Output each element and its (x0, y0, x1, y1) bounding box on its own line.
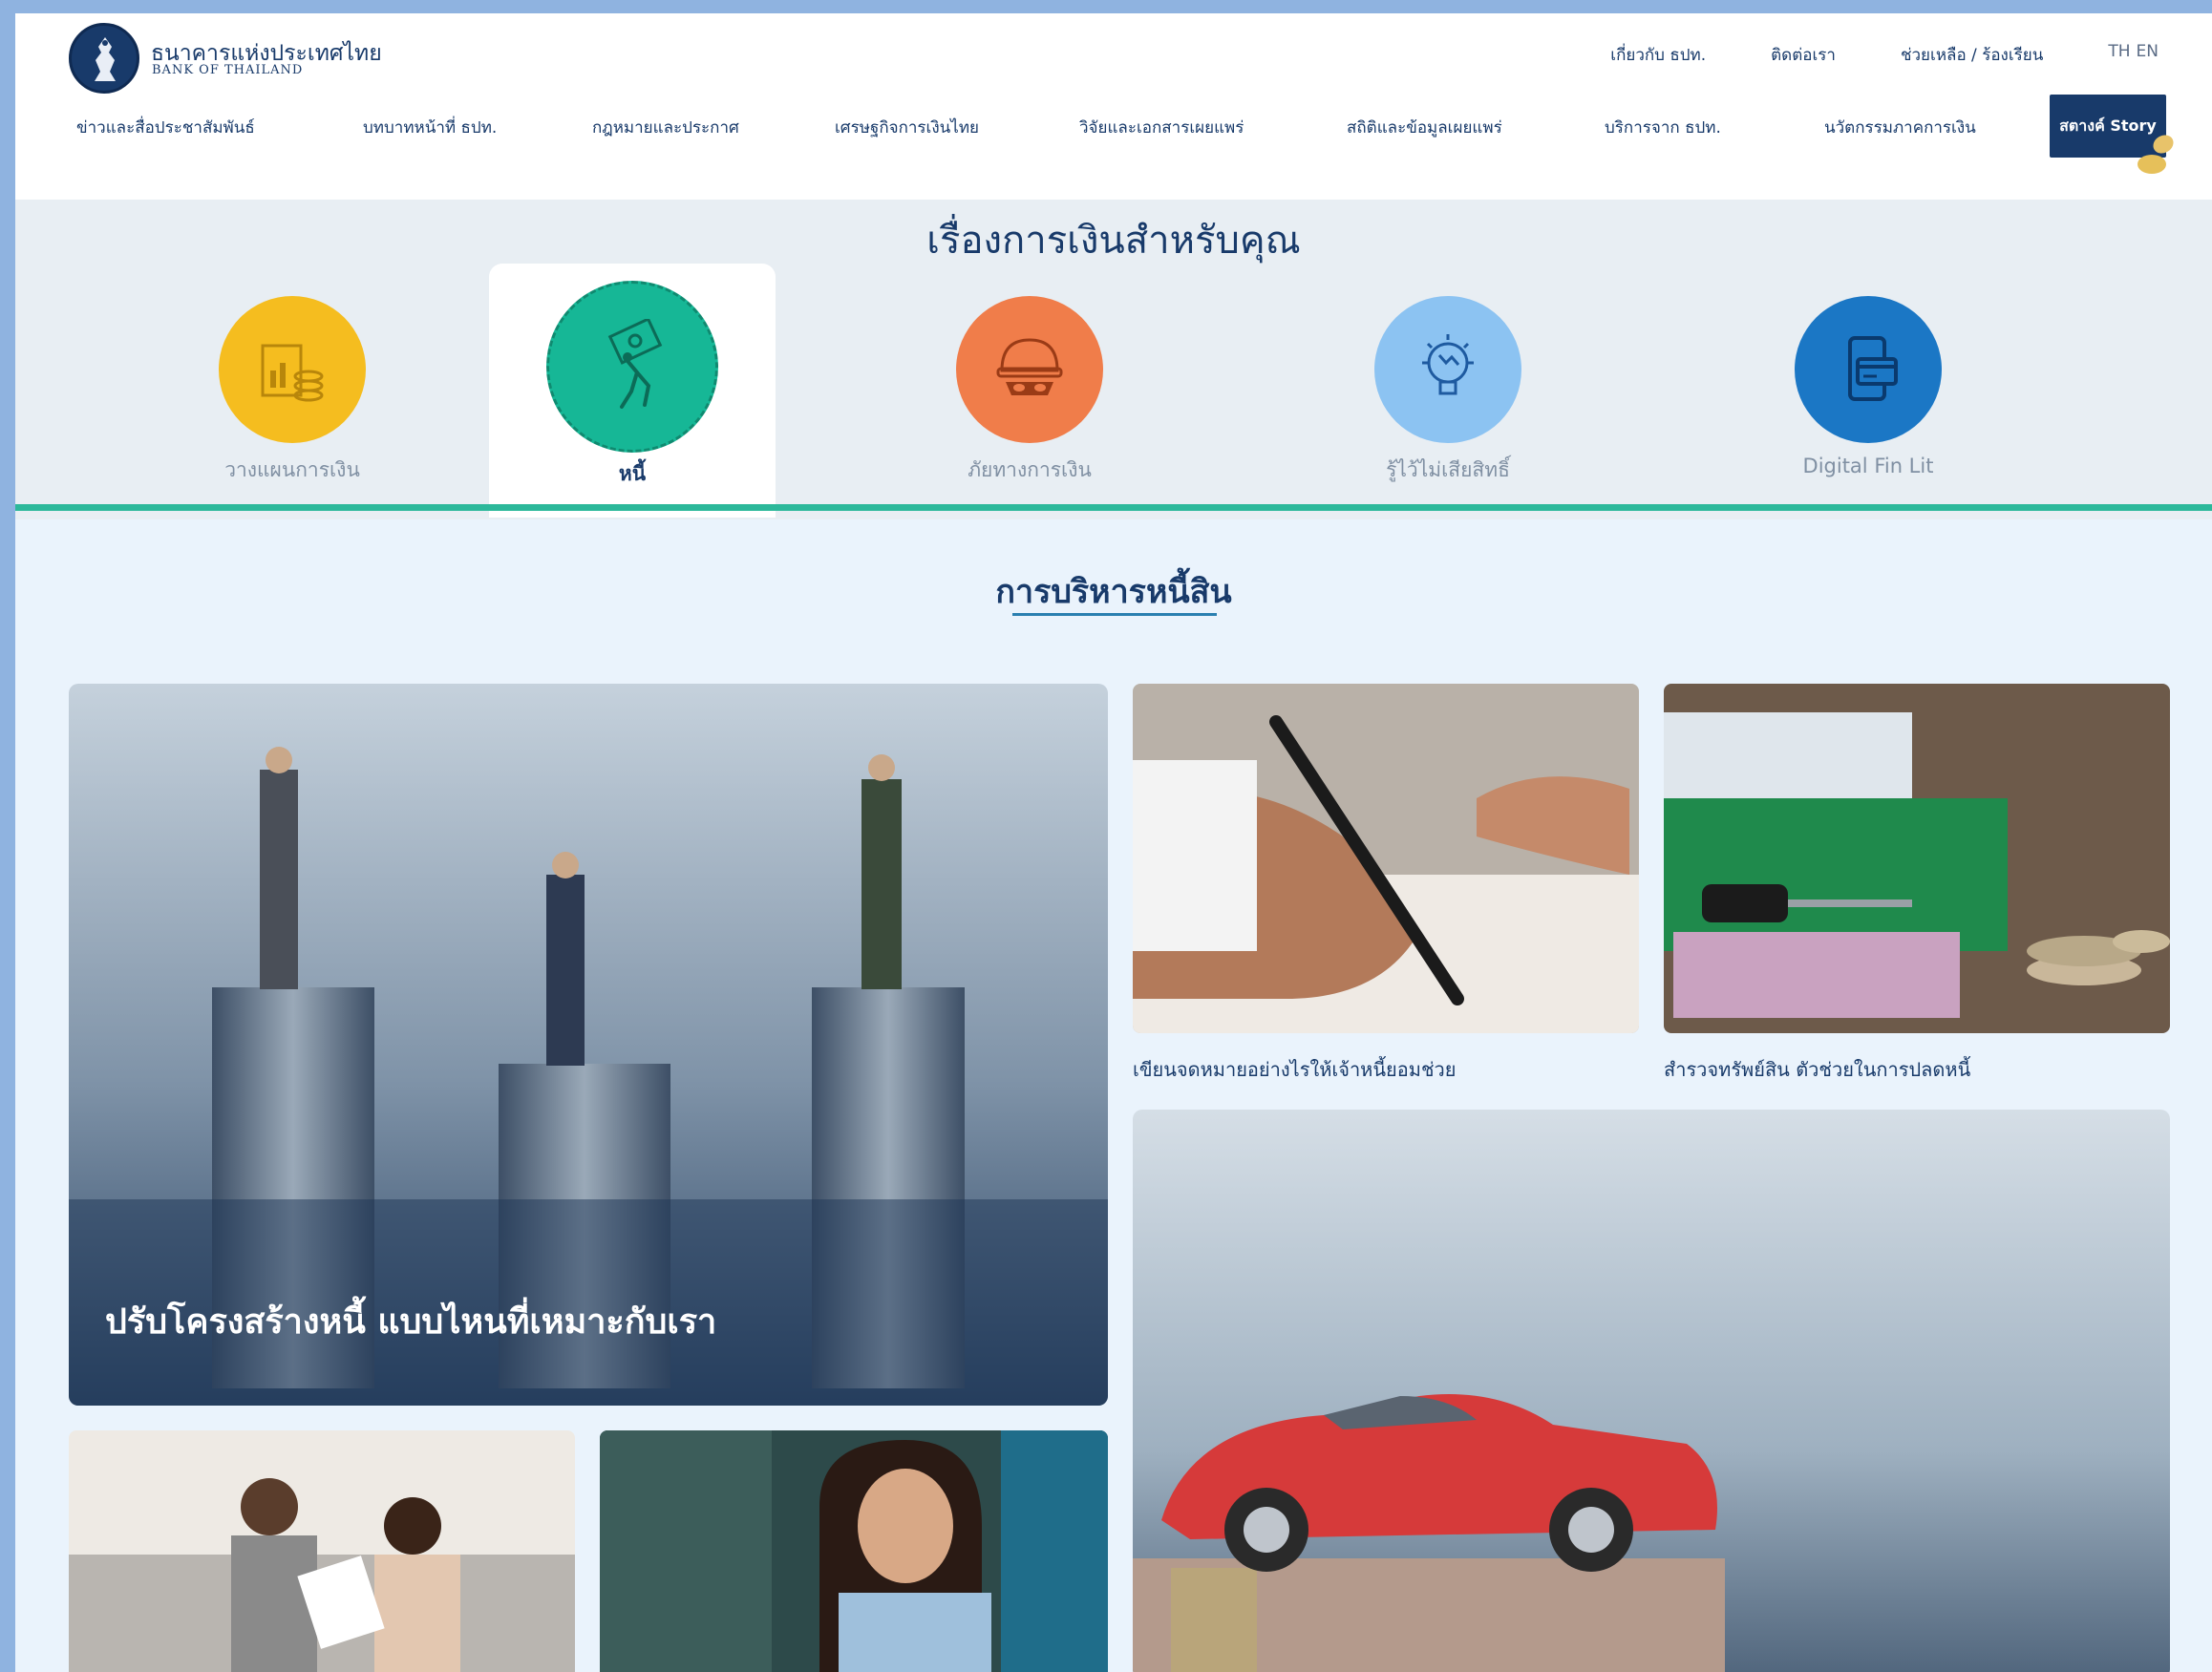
category-planning[interactable]: วางแผนการเงิน (149, 271, 436, 510)
article-card-car[interactable] (1133, 1110, 2170, 1672)
category-digital[interactable]: Digital Fin Lit (1725, 271, 2011, 510)
finance-chart-icon (261, 344, 324, 402)
category-label: รู้ไว้ไม่เสียสิทธิ์ (1386, 458, 1510, 481)
satang-story-button[interactable]: สตางค์ Story (2050, 95, 2166, 158)
mobile-card-icon (1848, 336, 1898, 401)
nav-economy[interactable]: เศรษฐกิจการเงินไทย (835, 115, 979, 140)
lang-th[interactable]: TH (2108, 42, 2130, 68)
language-switcher: TH EN (2108, 42, 2159, 68)
main-nav: ข่าวและสื่อประชาสัมพันธ์ บทบาทหน้าที่ ธป… (76, 115, 1987, 143)
debt-burden-icon (607, 319, 663, 409)
article-title-main[interactable]: ปรับโครงสร้างหนี้ แบบไหนที่เหมาะกับเรา (105, 1294, 716, 1348)
category-fraud[interactable]: ภัยทางการเงิน (886, 271, 1173, 510)
nav-statistics[interactable]: สถิติและข้อมูลเผยแพร่ (1347, 115, 1502, 140)
category-debt[interactable]: หนี้ (489, 264, 776, 518)
page: ธนาคารแห่งประเทศไทย BANK OF THAILAND เกี… (15, 13, 2212, 1672)
lang-en[interactable]: EN (2137, 42, 2159, 68)
coin-icon (2138, 155, 2166, 174)
article-card-letter[interactable] (1133, 684, 1639, 1033)
category-label: วางแผนการเงิน (224, 458, 360, 481)
planning-circle (219, 296, 366, 443)
category-label: ภัยทางการเงิน (968, 458, 1092, 481)
site-header: ธนาคารแห่งประเทศไทย BANK OF THAILAND เกี… (15, 13, 2212, 200)
nav-news[interactable]: ข่าวและสื่อประชาสัมพันธ์ (76, 115, 255, 140)
article-card-assets[interactable] (1664, 684, 2170, 1033)
section-underline (1012, 613, 1217, 616)
category-label: Digital Fin Lit (1802, 455, 1934, 477)
fraud-circle (956, 296, 1103, 443)
section-title: การบริหารหนี้สิน (995, 573, 1232, 611)
article-card-couple[interactable] (69, 1430, 575, 1672)
worried-couple-image (69, 1430, 575, 1672)
link-help[interactable]: ช่วยเหลือ / ร้องเรียน (1901, 42, 2043, 68)
nav-research[interactable]: วิจัยและเอกสารเผยแพร่ (1079, 115, 1244, 140)
logo-english-text[interactable]: BANK OF THAILAND (152, 63, 303, 77)
category-rights[interactable]: รู้ไว้ไม่เสียสิทธิ์ (1305, 271, 1591, 510)
article-title-assets[interactable]: สำรวจทรัพย์สิน ตัวช่วยในการปลดหนี้ (1664, 1054, 1970, 1085)
bank-emblem-icon[interactable] (69, 23, 139, 94)
nav-innovation[interactable]: นวัตกรรมภาคการเงิน (1824, 115, 1976, 140)
band-title: เรื่องการเงินสำหรับคุณ (926, 219, 1301, 263)
rights-circle (1374, 296, 1521, 443)
article-title-letter[interactable]: เขียนจดหมายอย่างไรให้เจ้าหนี้ยอมช่วย (1133, 1054, 1456, 1085)
smiling-woman-image (600, 1430, 1108, 1672)
article-card-restructure[interactable]: ปรับโครงสร้างหนี้ แบบไหนที่เหมาะกับเรา (69, 684, 1108, 1406)
band-divider (15, 504, 2212, 511)
nav-roles[interactable]: บทบาทหน้าที่ ธปท. (363, 115, 497, 140)
toy-car-coins-image (1133, 1110, 2170, 1672)
link-contact[interactable]: ติดต่อเรา (1771, 42, 1836, 68)
nav-services[interactable]: บริการจาก ธปท. (1605, 115, 1721, 140)
digital-circle (1795, 296, 1942, 443)
category-label: หนี้ (618, 462, 647, 485)
nav-law[interactable]: กฎหมายและประกาศ (592, 115, 739, 140)
lightbulb-icon (1422, 334, 1474, 395)
link-about[interactable]: เกี่ยวกับ ธปท. (1610, 42, 1706, 68)
masked-thief-icon (996, 338, 1063, 395)
article-card-woman[interactable] (600, 1430, 1108, 1672)
money-keys-image (1664, 684, 2170, 1033)
debt-circle (546, 281, 718, 453)
writing-hand-image (1133, 684, 1639, 1033)
utility-links: เกี่ยวกับ ธปท. ติดต่อเรา ช่วยเหลือ / ร้อ… (1610, 42, 2159, 68)
